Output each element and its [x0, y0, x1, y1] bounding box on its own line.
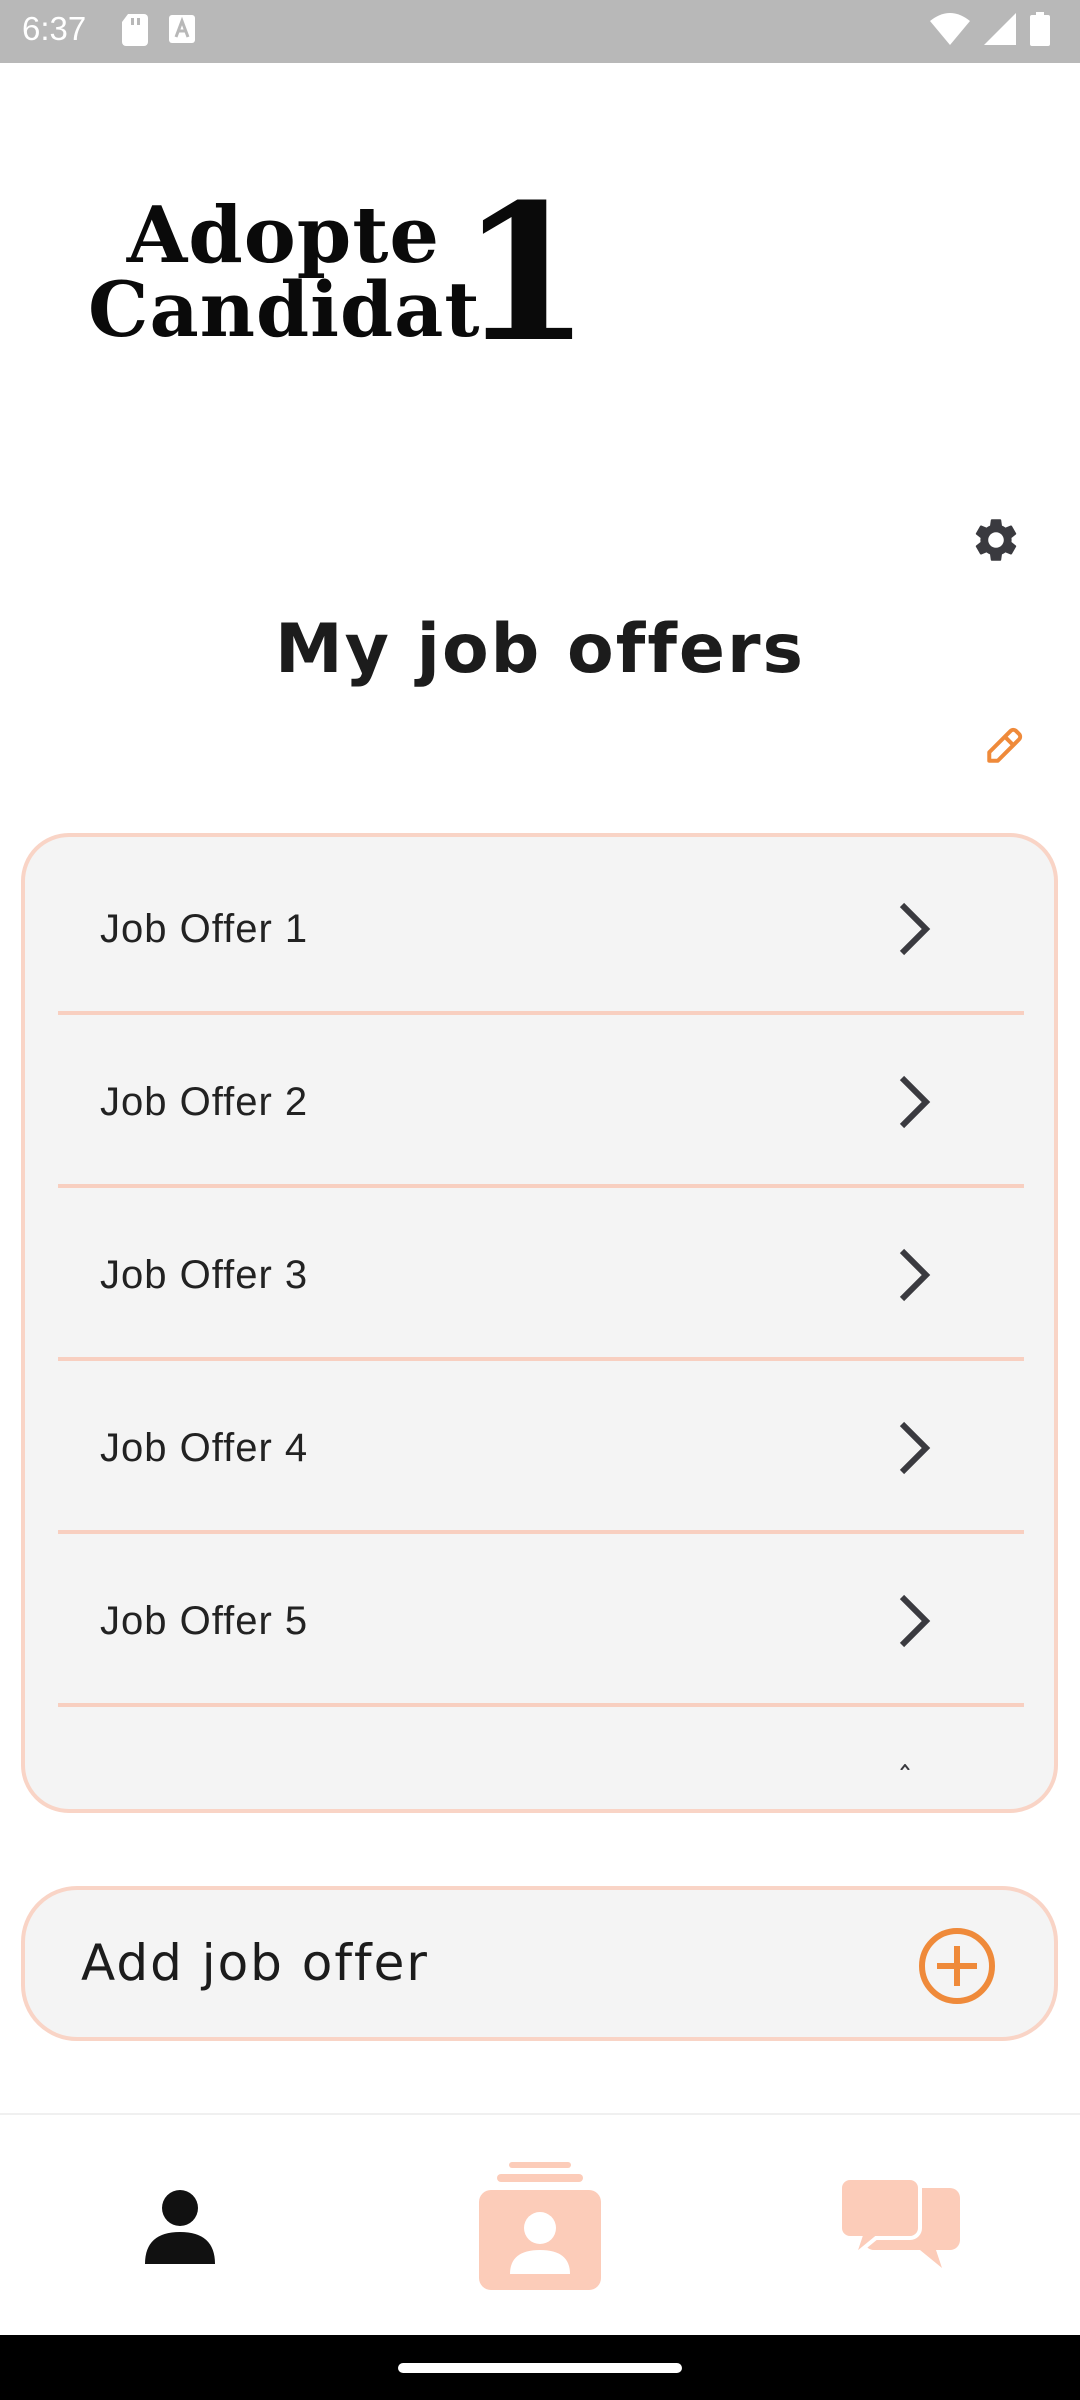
battery-icon — [1030, 12, 1050, 46]
chevron-right-icon — [899, 1075, 931, 1129]
sd-card-icon — [122, 14, 148, 46]
status-time: 6:37 — [22, 10, 87, 47]
job-offer-row[interactable]: Job Offer 1 — [58, 845, 1024, 1015]
job-offer-label: Job Offer 3 — [100, 1253, 309, 1297]
job-offer-label: Job Offer 2 — [100, 1080, 309, 1124]
job-offer-row[interactable]: Job Offer 3 — [58, 1191, 1024, 1361]
bottom-navigation — [0, 2113, 1080, 2335]
job-offer-label: Job Offer 5 — [100, 1599, 309, 1643]
pencil-icon — [987, 727, 1023, 763]
chevron-right-icon — [899, 1421, 931, 1475]
chat-icon — [840, 2178, 960, 2268]
system-gesture-bar — [0, 2335, 1080, 2400]
profile-icon — [145, 2190, 215, 2264]
job-offer-label: Job Offer 4 — [100, 1426, 309, 1470]
add-job-offer-button[interactable]: Add job offer — [21, 1886, 1058, 2041]
job-offers-list[interactable]: Job Offer 1 Job Offer 2 Job Offer 3 Job … — [21, 833, 1058, 1813]
settings-button[interactable] — [968, 512, 1024, 568]
nav-candidates[interactable] — [360, 2115, 720, 2337]
job-offer-row[interactable]: Job Offer 2 — [58, 1018, 1024, 1188]
nav-profile[interactable] — [0, 2115, 360, 2337]
status-right-icons — [930, 12, 1050, 46]
app-logo: Adopte Candidat 1 — [88, 174, 591, 374]
logo-wordmark: Adopte Candidat — [88, 190, 481, 354]
chevron-right-icon — [899, 902, 931, 956]
job-offer-row[interactable]: Job Offer 5 — [58, 1537, 1024, 1707]
gear-icon — [975, 519, 1017, 561]
logo-number: 1 — [460, 163, 591, 384]
cell-signal-icon — [984, 13, 1016, 45]
chevron-right-icon — [899, 1594, 931, 1648]
wifi-icon — [930, 13, 970, 45]
status-bar: 6:37 — [0, 0, 1080, 63]
plus-circle-icon — [919, 1928, 995, 2004]
add-job-offer-label: Add job offer — [81, 1934, 429, 1992]
text-notification-icon — [169, 15, 195, 43]
edit-button[interactable] — [974, 720, 1030, 776]
page-title: My job offers — [274, 610, 806, 689]
nav-messages[interactable] — [720, 2115, 1080, 2337]
job-offer-row-partial[interactable] — [58, 1712, 1024, 1809]
candidate-cards-icon — [479, 2162, 601, 2290]
status-left-icons — [122, 14, 196, 46]
chevron-right-icon — [900, 1764, 910, 1770]
job-offer-label: Job Offer 1 — [100, 907, 309, 951]
home-gesture-handle[interactable] — [398, 2363, 682, 2373]
logo-line2: Candidat — [88, 265, 481, 354]
logo-line1: Adopte — [126, 190, 440, 281]
job-offer-row[interactable]: Job Offer 4 — [58, 1364, 1024, 1534]
chevron-right-icon — [899, 1248, 931, 1302]
